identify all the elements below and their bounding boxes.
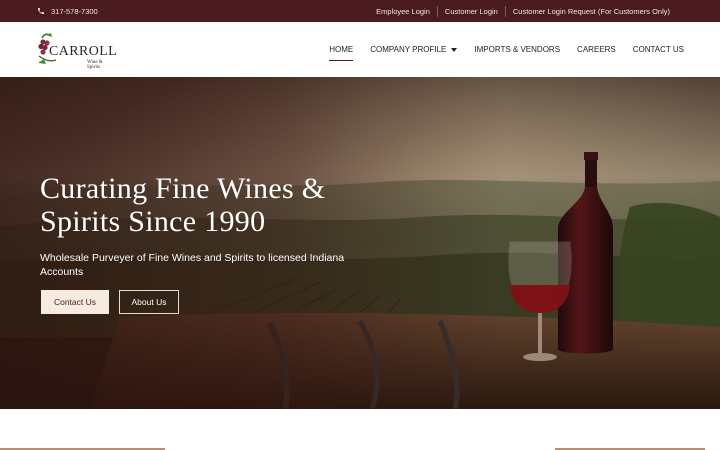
- site-logo[interactable]: CARROLL Wine & Spirits: [36, 32, 118, 70]
- phone-icon: [38, 8, 44, 14]
- nav-careers[interactable]: CAREERS: [577, 45, 616, 54]
- nav-company-profile-label: COMPANY PROFILE: [370, 45, 447, 54]
- employee-login-link[interactable]: Employee Login: [369, 6, 437, 17]
- about-us-button[interactable]: About Us: [119, 290, 179, 314]
- nav-home[interactable]: HOME: [329, 45, 354, 61]
- main-nav: HOME COMPANY PROFILE IMPORTS & VENDORS C…: [329, 22, 684, 77]
- nav-careers-label: CAREERS: [577, 45, 616, 54]
- hero-section: Curating Fine Wines & Spirits Since 1990…: [0, 77, 720, 409]
- hero-overlay: [0, 77, 720, 409]
- nav-imports-vendors[interactable]: IMPORTS & VENDORS: [474, 45, 560, 54]
- logo-tagline: Wine & Spirits: [87, 60, 103, 70]
- caret-down-icon: [451, 47, 458, 52]
- nav-company-profile[interactable]: COMPANY PROFILE: [370, 45, 458, 54]
- nav-home-label: HOME: [329, 45, 354, 54]
- nav-imports-vendors-label: IMPORTS & VENDORS: [474, 45, 561, 54]
- phone-number: 317-578-7300: [51, 6, 98, 16]
- login-links: Employee Login Customer Login Customer L…: [369, 0, 677, 22]
- site-header: CARROLL Wine & Spirits HOME COMPANY PROF…: [0, 22, 720, 77]
- contact-us-button[interactable]: Contact Us: [41, 290, 109, 314]
- customer-login-request-link[interactable]: Customer Login Request (For Customers On…: [504, 5, 677, 17]
- nav-contact-us[interactable]: CONTACT US: [633, 45, 684, 54]
- customer-login-link[interactable]: Customer Login: [436, 5, 505, 17]
- logo-wordmark: CARROLL: [49, 44, 118, 59]
- phone-contact[interactable]: 317-578-7300: [37, 0, 98, 22]
- top-bar: 317-578-7300 Employee Login Customer Log…: [0, 0, 720, 22]
- next-section: [0, 409, 720, 450]
- hero-subtitle: Wholesale Purveyer of Fine Wines and Spi…: [40, 252, 345, 278]
- hero-title: Curating Fine Wines & Spirits Since 1990: [40, 172, 326, 238]
- nav-contact-us-label: CONTACT US: [632, 45, 684, 54]
